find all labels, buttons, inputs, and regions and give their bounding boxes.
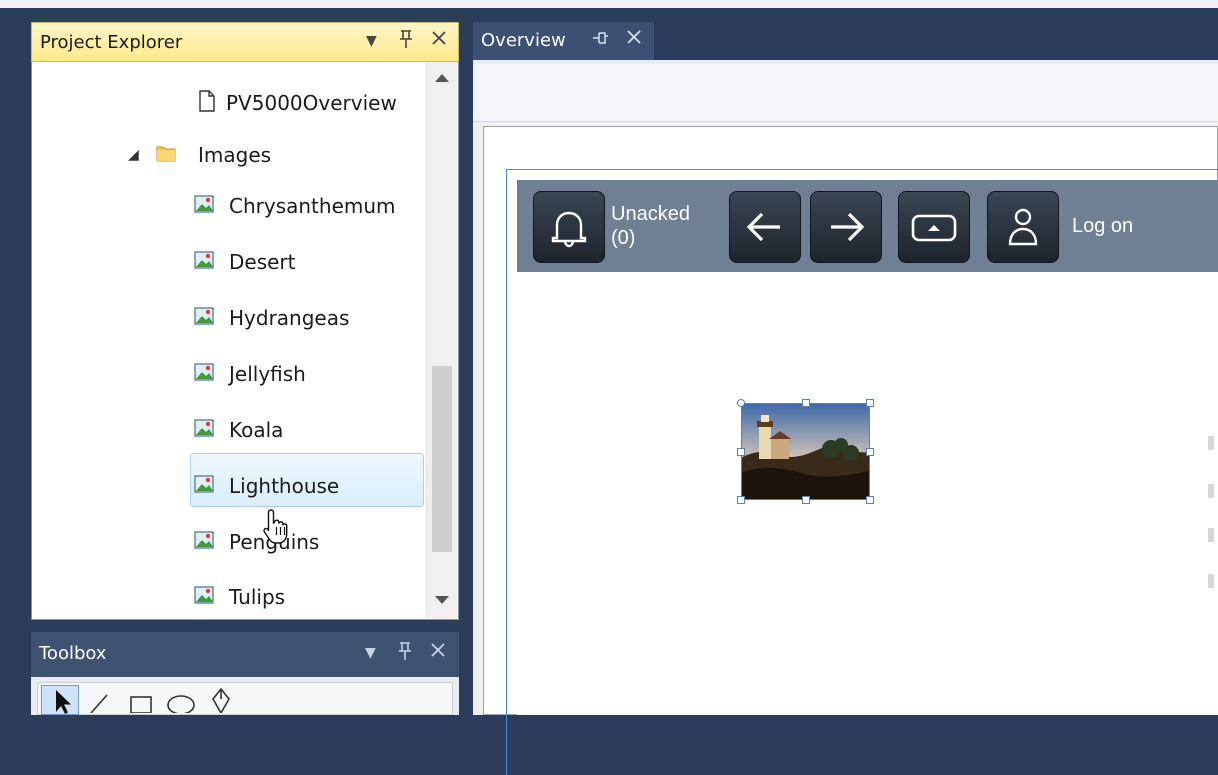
bell-icon bbox=[551, 211, 587, 248]
tab-overview-label: Overview bbox=[481, 30, 566, 51]
close-icon[interactable] bbox=[625, 28, 643, 51]
vertical-scrollbar[interactable] bbox=[426, 62, 457, 618]
tree-item-label: Chrysanthemum bbox=[229, 194, 396, 218]
alarm-count-label: (0) bbox=[611, 227, 636, 249]
top-strip bbox=[0, 0, 1218, 8]
tree-item-label: Jellyfish bbox=[229, 362, 306, 386]
resize-handle-bottom-right[interactable] bbox=[866, 496, 874, 504]
arrow-left-icon bbox=[746, 212, 780, 242]
tree-item-label: Hydrangeas bbox=[229, 306, 350, 330]
project-explorer-panel: Project Explorer ▼ PV5000Overview ◢ Imag… bbox=[31, 22, 459, 620]
pointer-tool-icon[interactable] bbox=[41, 685, 79, 715]
panel-options-dropdown-icon[interactable]: ▼ bbox=[366, 33, 377, 49]
project-explorer-title: Project Explorer bbox=[40, 32, 183, 53]
pin-icon[interactable] bbox=[397, 641, 413, 666]
pin-icon[interactable] bbox=[591, 28, 609, 53]
resize-handle-bottom-left[interactable] bbox=[737, 496, 745, 504]
offscreen-element-fragment bbox=[1208, 574, 1214, 588]
image-file-icon bbox=[194, 531, 214, 549]
resize-handle-top[interactable] bbox=[802, 399, 810, 407]
image-file-icon bbox=[194, 475, 214, 493]
scroll-down-arrow-icon[interactable] bbox=[435, 596, 449, 604]
logon-label: Log on bbox=[1072, 215, 1134, 237]
tree-item-label: Desert bbox=[229, 250, 296, 274]
rectangle-tool-icon[interactable] bbox=[123, 685, 161, 715]
close-icon[interactable] bbox=[430, 29, 448, 52]
offscreen-element-fragment bbox=[1208, 528, 1214, 542]
screen-up-icon bbox=[911, 214, 957, 242]
hand-cursor-icon bbox=[263, 509, 288, 544]
image-file-icon bbox=[194, 363, 214, 381]
pin-icon[interactable] bbox=[398, 29, 414, 54]
rotate-handle[interactable] bbox=[737, 399, 745, 407]
resize-handle-bottom[interactable] bbox=[802, 496, 810, 504]
panel-options-dropdown-icon[interactable]: ▼ bbox=[365, 645, 376, 661]
image-file-icon bbox=[194, 586, 214, 604]
alarm-button[interactable] bbox=[533, 191, 605, 263]
scrollbar-thumb[interactable] bbox=[432, 366, 452, 552]
tree-item-label: Koala bbox=[229, 418, 284, 442]
image-selection-box[interactable] bbox=[741, 403, 870, 500]
image-file-icon bbox=[194, 419, 214, 437]
resize-handle-right[interactable] bbox=[866, 448, 874, 456]
tree-item-label: PV5000Overview bbox=[226, 91, 397, 115]
polygon-tool-icon[interactable] bbox=[203, 685, 241, 715]
display-keyboard-button[interactable] bbox=[898, 191, 970, 263]
user-icon bbox=[1008, 208, 1038, 246]
back-button[interactable] bbox=[729, 191, 801, 263]
document-icon bbox=[199, 90, 215, 112]
ellipse-tool-icon[interactable] bbox=[163, 685, 201, 715]
folder-icon bbox=[156, 146, 176, 162]
line-tool-icon[interactable] bbox=[83, 685, 121, 715]
hmi-navigation-bar: Unacked (0) Log on bbox=[517, 180, 1218, 272]
scroll-up-arrow-icon[interactable] bbox=[435, 74, 449, 82]
image-file-icon bbox=[194, 307, 214, 325]
project-tree: PV5000Overview ◢ Images Chrysanthemum De… bbox=[31, 62, 459, 620]
arrow-right-icon bbox=[831, 212, 865, 242]
resize-handle-left[interactable] bbox=[737, 448, 745, 456]
close-icon[interactable] bbox=[429, 641, 447, 664]
expand-triangle-icon[interactable]: ◢ bbox=[128, 147, 139, 163]
toolbox-panel: Toolbox ▼ bbox=[31, 632, 459, 715]
tree-item-label: Tulips bbox=[229, 585, 286, 609]
offscreen-element-fragment bbox=[1208, 484, 1214, 498]
toolbox-tools bbox=[37, 682, 453, 715]
toolbox-title: Toolbox bbox=[39, 643, 107, 664]
tree-item-label: Lighthouse bbox=[229, 474, 340, 498]
forward-button[interactable] bbox=[810, 191, 882, 263]
project-explorer-header: Project Explorer ▼ bbox=[31, 22, 459, 62]
alarm-unacked-label: Unacked bbox=[611, 203, 690, 225]
toolbox-header: Toolbox ▼ bbox=[31, 632, 459, 677]
tree-item-label: Images bbox=[198, 143, 272, 167]
image-file-icon bbox=[194, 251, 214, 269]
document-toolbar bbox=[473, 60, 1218, 122]
image-file-icon bbox=[194, 195, 214, 213]
alarm-status-text: Unacked (0) bbox=[611, 202, 690, 250]
resize-handle-top-right[interactable] bbox=[866, 399, 874, 407]
logon-button[interactable] bbox=[987, 191, 1059, 263]
offscreen-element-fragment bbox=[1208, 436, 1214, 450]
tab-overview[interactable]: Overview bbox=[473, 22, 654, 60]
